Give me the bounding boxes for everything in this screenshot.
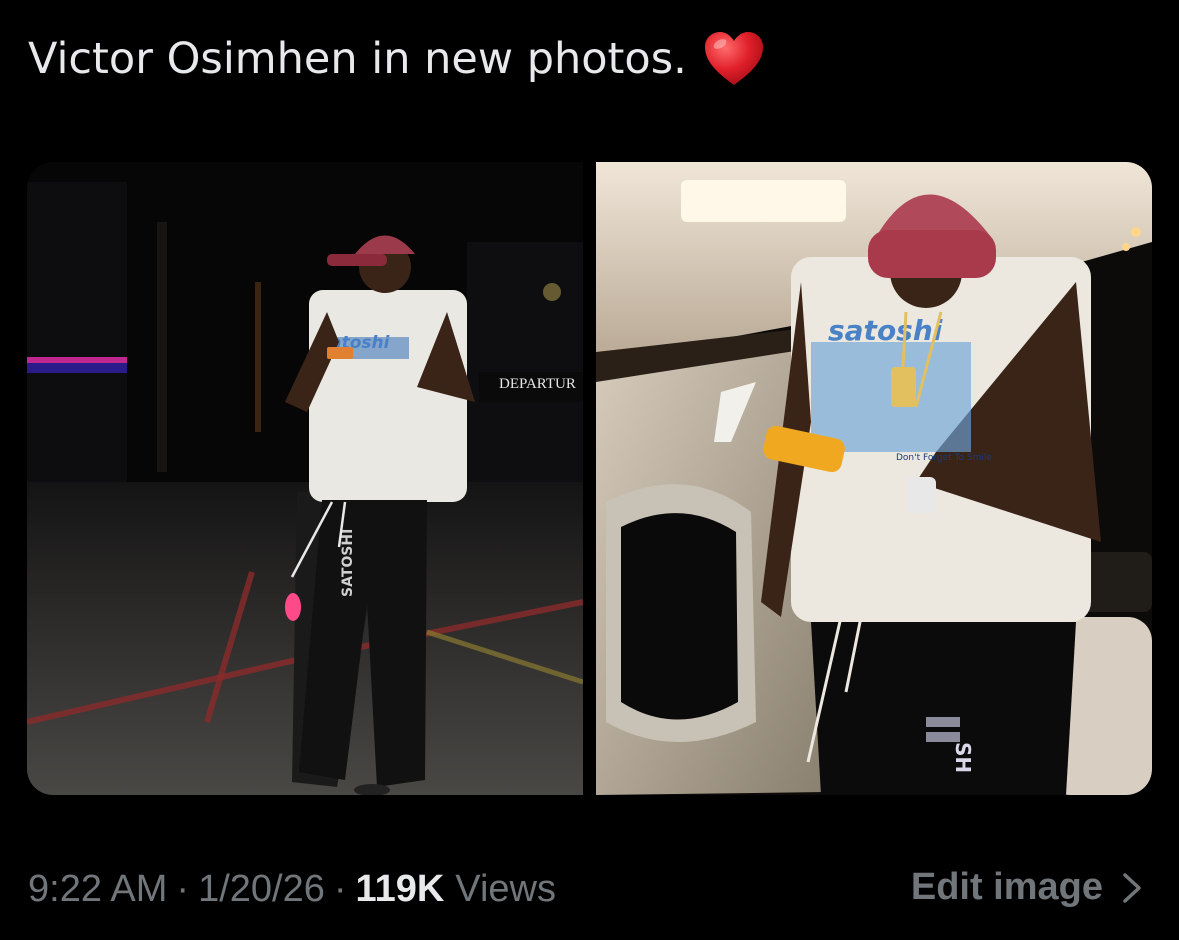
svg-text:SH: SH bbox=[951, 742, 975, 773]
tweet-text-content: Victor Osimhen in new photos. bbox=[28, 34, 687, 84]
tweet-time[interactable]: 9:22 AM bbox=[28, 868, 167, 911]
views-count[interactable]: 119K bbox=[356, 868, 445, 911]
edit-image-button[interactable]: Edit image bbox=[911, 866, 1143, 909]
separator: · bbox=[176, 868, 190, 910]
photo-right[interactable]: satoshi Don't Forget To Smile SH bbox=[596, 162, 1152, 795]
heart-icon bbox=[704, 32, 763, 85]
tweet-text: Victor Osimhen in new photos. bbox=[28, 30, 765, 88]
svg-text:satoshi: satoshi bbox=[828, 314, 943, 347]
edit-image-label: Edit image bbox=[910, 866, 1103, 908]
media-grid[interactable]: DEPARTUR satoshi SATOSHI satoshi Don't F… bbox=[27, 162, 1152, 795]
departure-sign: DEPARTUR bbox=[499, 376, 576, 392]
svg-text:SATOSHI: SATOSHI bbox=[340, 529, 356, 597]
tweet-date[interactable]: 1/20/26 bbox=[198, 868, 325, 911]
tweet-meta: 9:22 AM · 1/20/26 · 119K Views bbox=[28, 868, 556, 911]
chevron-right-icon bbox=[1123, 872, 1141, 903]
separator: · bbox=[333, 868, 347, 910]
svg-text:Don't Forget To Smile: Don't Forget To Smile bbox=[896, 453, 992, 463]
photo-left-image: DEPARTUR satoshi SATOSHI bbox=[27, 162, 583, 795]
views-label[interactable]: Views bbox=[455, 868, 556, 911]
tweet-detail-view: Victor Osimhen in new photos. DEPARTUR s… bbox=[0, 0, 1179, 940]
photo-left[interactable]: DEPARTUR satoshi SATOSHI bbox=[27, 162, 583, 795]
photo-right-image: satoshi Don't Forget To Smile SH bbox=[596, 162, 1152, 795]
